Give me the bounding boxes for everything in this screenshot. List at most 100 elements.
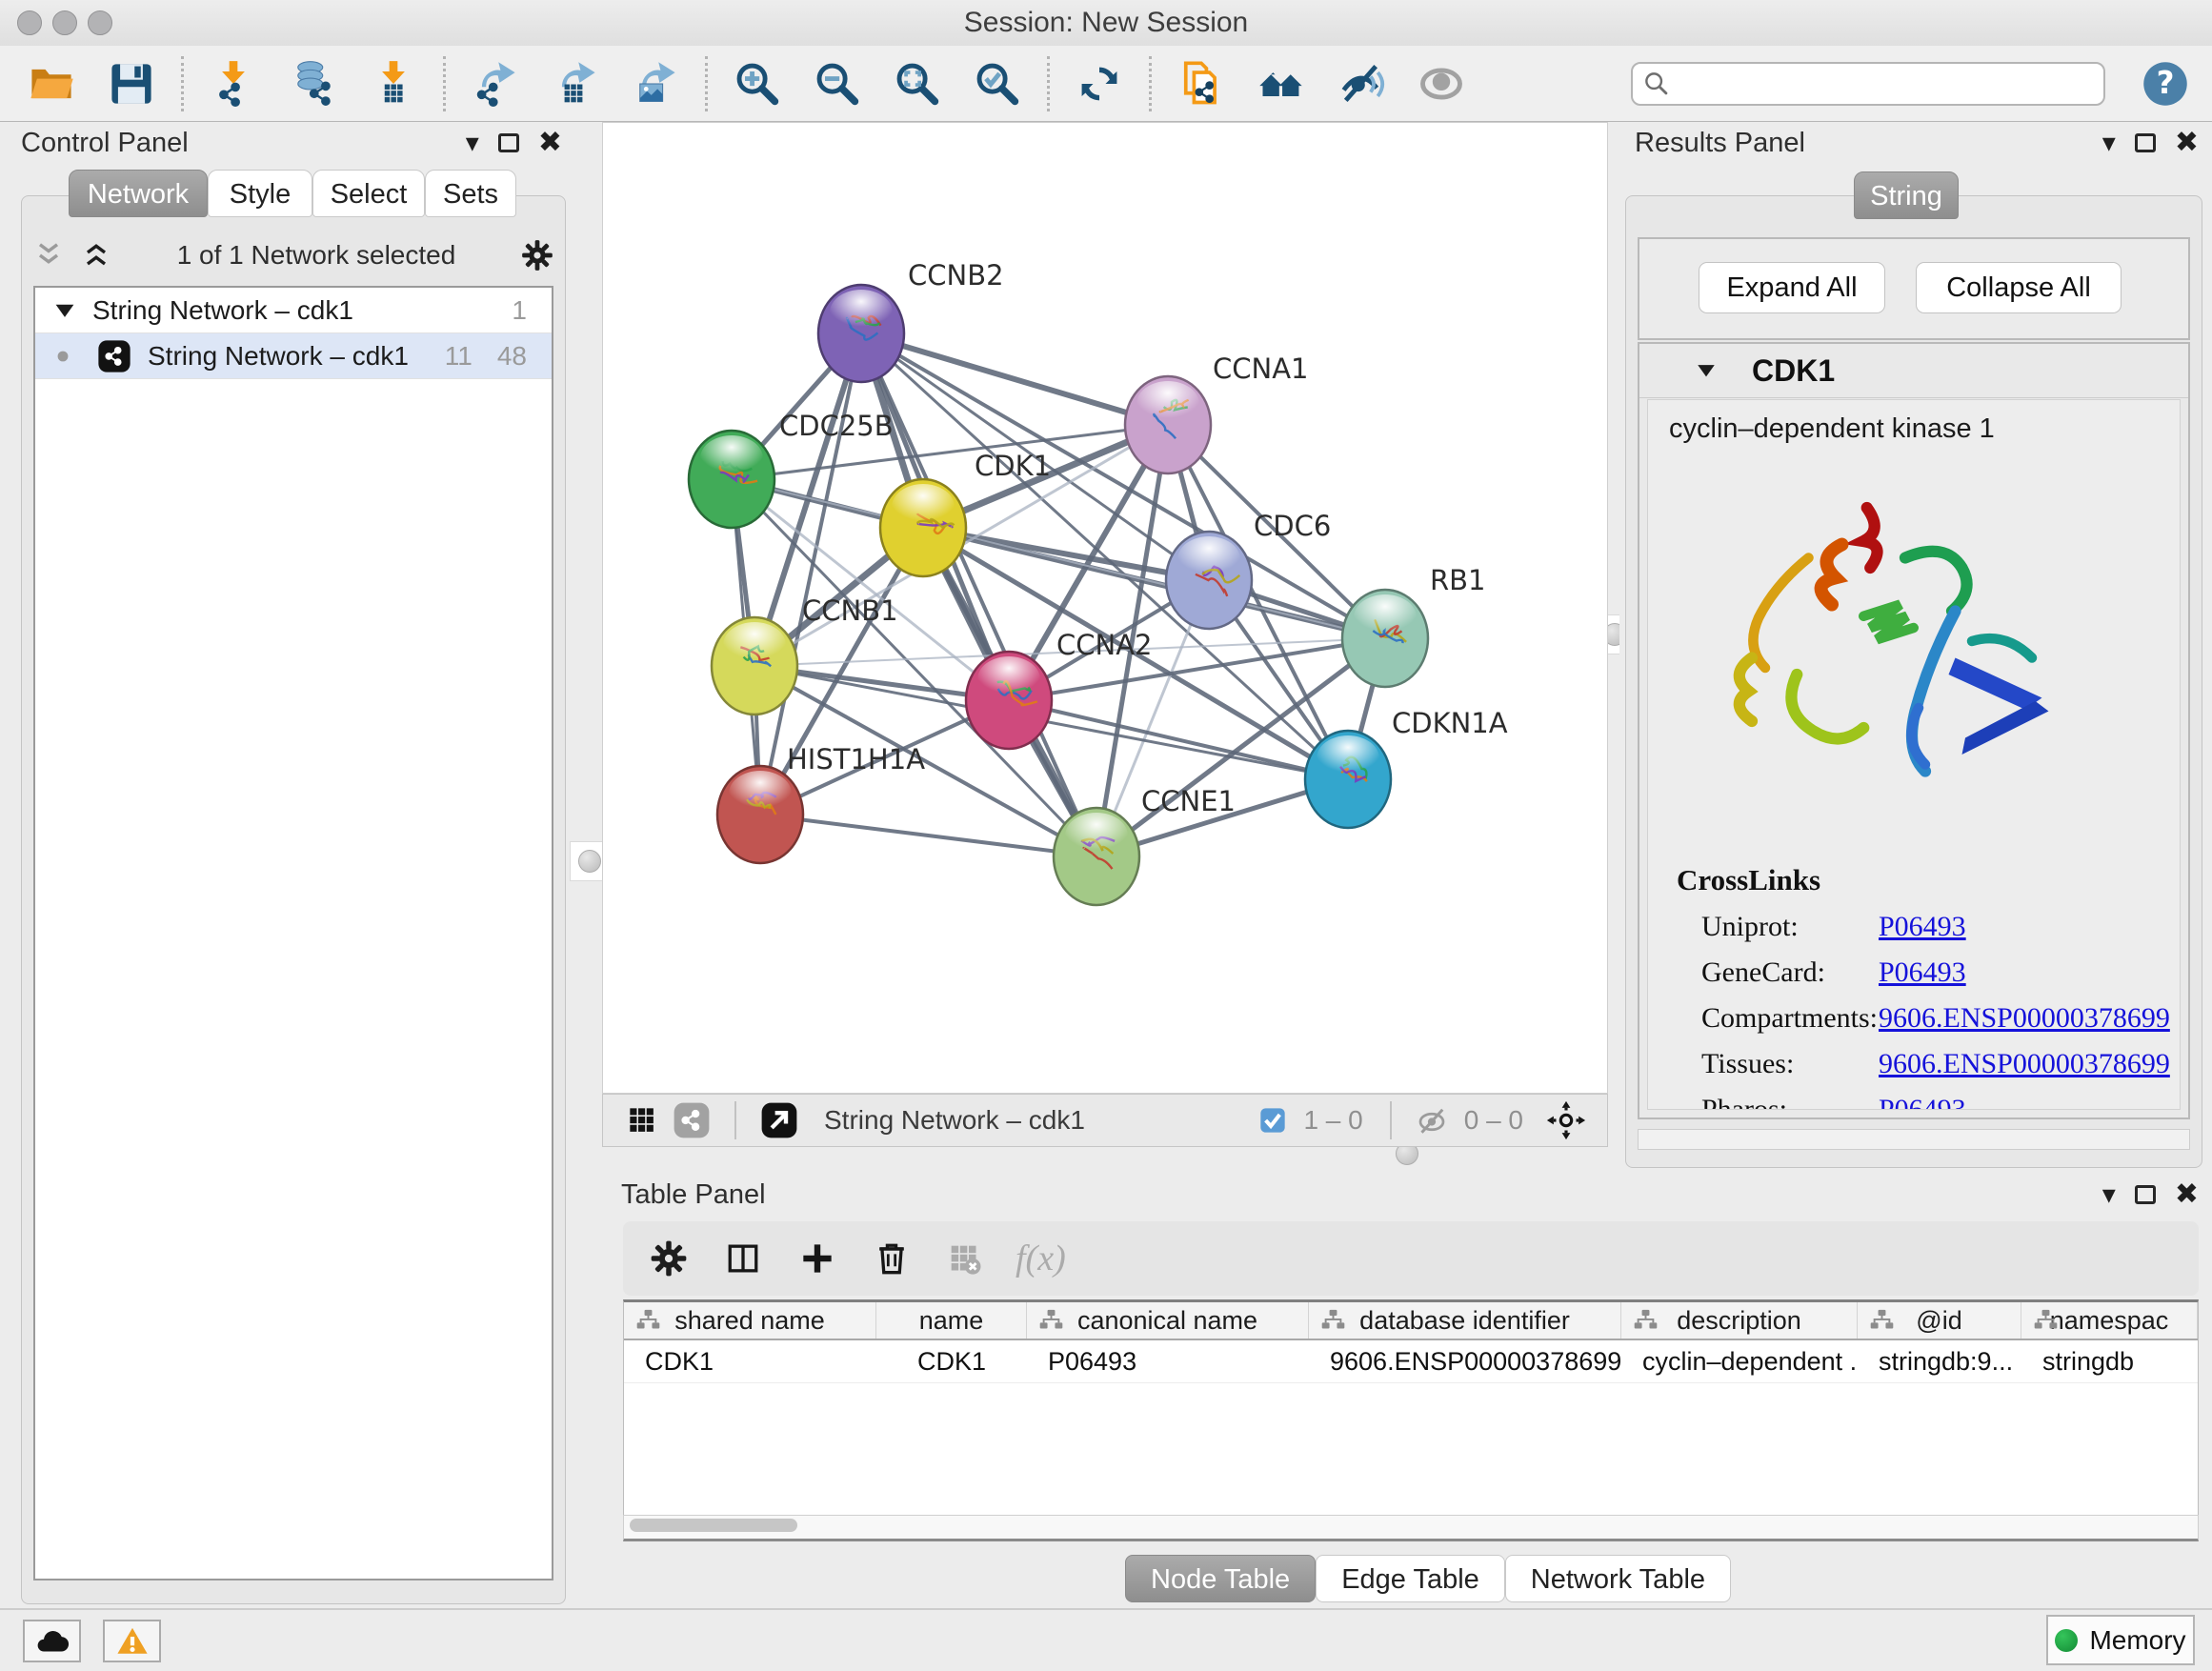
network-node-CCNA1[interactable] [1125, 376, 1211, 473]
apply-preferred-layout-icon[interactable] [1073, 57, 1126, 111]
collapse-section-icon[interactable] [1693, 357, 1719, 384]
birdseye-view-button[interactable] [759, 1100, 799, 1140]
network-node-CCNE1[interactable] [1054, 808, 1139, 905]
expand-all-networks-icon[interactable] [79, 238, 113, 272]
selected-items-checkbox[interactable] [1257, 1105, 1288, 1136]
column-header-description[interactable]: description [1621, 1302, 1858, 1339]
delete-column-icon[interactable] [871, 1238, 913, 1279]
tab-node-table[interactable]: Node Table [1125, 1555, 1316, 1602]
crosslink-link[interactable]: P06493 [1879, 911, 1966, 943]
expand-collapse-icon[interactable] [50, 296, 79, 325]
warnings-button[interactable] [103, 1620, 161, 1662]
crosslink-link[interactable]: 9606.ENSP00000378699 [1879, 1002, 2170, 1035]
network-view-canvas[interactable]: CCNB2CCNA1CDC25BCDK1CDC6RB1CCNB1CCNA2CDK… [602, 122, 1608, 1094]
float-panel-icon[interactable] [2135, 133, 2156, 152]
search-input[interactable] [1673, 65, 2096, 103]
grid-view-icon[interactable] [624, 1102, 660, 1138]
import-table-icon[interactable] [367, 57, 420, 111]
tab-style[interactable]: Style [208, 170, 312, 217]
network-node-CDC6[interactable] [1166, 532, 1252, 629]
network-edge[interactable] [760, 815, 1096, 856]
tab-network-table[interactable]: Network Table [1505, 1555, 1731, 1602]
first-neighbors-icon[interactable] [1255, 57, 1308, 111]
open-session-icon[interactable] [25, 57, 78, 111]
network-node-HIST1H1A[interactable] [717, 766, 803, 863]
table-horizontal-scrollbar[interactable] [623, 1515, 2199, 1541]
expand-all-button[interactable]: Expand All [1699, 262, 1885, 313]
close-panel-icon[interactable]: ✖ [538, 126, 562, 160]
tab-string[interactable]: String [1854, 171, 1959, 219]
cloud-status-button[interactable] [23, 1620, 81, 1662]
hide-selected-icon[interactable] [1335, 57, 1388, 111]
network-edge[interactable] [861, 333, 1168, 425]
show-all-icon[interactable] [1415, 57, 1468, 111]
table-settings-gear-icon[interactable] [648, 1238, 690, 1279]
help-button[interactable]: ? [2140, 58, 2191, 110]
main-toolbar: ? [0, 46, 2212, 122]
close-panel-icon[interactable]: ✖ [2175, 126, 2199, 160]
export-image-icon[interactable] [629, 57, 682, 111]
tab-network[interactable]: Network [69, 170, 208, 217]
column-header-namespac[interactable]: namespac [2021, 1302, 2198, 1339]
cell-shared-name[interactable]: CDK1 [624, 1340, 876, 1382]
network-tree-row[interactable]: String Network – cdk11148 [35, 333, 552, 379]
crosslink-link[interactable]: P06493 [1879, 1094, 1966, 1110]
cell-namespac[interactable]: stringdb [2021, 1340, 2198, 1382]
zoom-fit-icon[interactable] [891, 57, 944, 111]
cell-name[interactable]: CDK1 [876, 1340, 1027, 1382]
zoom-out-icon[interactable] [811, 57, 864, 111]
tab-edge-table[interactable]: Edge Table [1316, 1555, 1505, 1602]
node-section-header[interactable]: CDK1 [1639, 344, 2188, 398]
import-network-database-icon[interactable] [287, 57, 340, 111]
panel-menu-icon[interactable]: ▾ [2102, 126, 2116, 160]
toggle-columns-icon[interactable] [722, 1238, 764, 1279]
search-field[interactable] [1631, 62, 2105, 106]
column-header-shared-name[interactable]: shared name [624, 1302, 876, 1339]
export-network-icon[interactable] [469, 57, 522, 111]
results-horizontal-scrollbar[interactable] [1638, 1129, 2190, 1150]
network-node-CDK1[interactable] [880, 479, 966, 576]
crosslink-link[interactable]: P06493 [1879, 956, 1966, 989]
float-panel-icon[interactable] [2135, 1185, 2156, 1204]
network-edge[interactable] [1009, 700, 1348, 779]
network-node-CDC25B[interactable] [689, 431, 774, 528]
network-options-gear-icon[interactable] [519, 237, 555, 273]
table-panel-header: Table Panel ▾ ✖ [610, 1178, 2212, 1219]
scrollbar-thumb[interactable] [630, 1519, 797, 1532]
memory-button[interactable]: Memory [2046, 1615, 2195, 1665]
column-header-canonical-name[interactable]: canonical name [1027, 1302, 1309, 1339]
panel-menu-icon[interactable]: ▾ [2102, 1178, 2116, 1212]
network-tree-row[interactable]: String Network – cdk11 [35, 288, 552, 333]
crosslink-row: Compartments:9606.ENSP00000378699 [1701, 1002, 2180, 1035]
column-header-name[interactable]: name [876, 1302, 1027, 1339]
crosslink-link[interactable]: 9606.ENSP00000378699 [1879, 1048, 2170, 1080]
fit-content-crosshair-icon[interactable] [1546, 1100, 1586, 1140]
export-table-icon[interactable] [549, 57, 602, 111]
save-session-icon[interactable] [105, 57, 158, 111]
tab-sets[interactable]: Sets [425, 170, 516, 217]
zoom-selected-icon[interactable] [971, 57, 1024, 111]
column-header--id[interactable]: @id [1858, 1302, 2021, 1339]
panel-menu-icon[interactable]: ▾ [466, 126, 479, 160]
cell-canonical-name[interactable]: P06493 [1027, 1340, 1309, 1382]
column-header-database-identifier[interactable]: database identifier [1309, 1302, 1621, 1339]
export-webpage-icon[interactable] [1175, 57, 1228, 111]
current-network-title: String Network – cdk1 [824, 1105, 1252, 1136]
close-panel-icon[interactable]: ✖ [2175, 1178, 2199, 1212]
zoom-in-icon[interactable] [731, 57, 784, 111]
network-node-CCNA2[interactable] [966, 652, 1052, 749]
collapse-all-button[interactable]: Collapse All [1916, 262, 2122, 313]
network-node-CCNB2[interactable] [818, 285, 904, 382]
collapse-all-networks-icon[interactable] [31, 238, 66, 272]
import-network-file-icon[interactable] [207, 57, 260, 111]
float-panel-icon[interactable] [498, 133, 519, 152]
network-node-CDKN1A[interactable] [1305, 731, 1391, 828]
network-node-CCNB1[interactable] [712, 617, 797, 715]
cell--id[interactable]: stringdb:9... [1858, 1340, 2021, 1382]
add-column-icon[interactable] [796, 1238, 838, 1279]
cell-description[interactable]: cyclin–dependent ... [1621, 1340, 1858, 1382]
network-node-RB1[interactable] [1342, 590, 1428, 687]
table-row[interactable]: CDK1CDK1P064939606.ENSP00000378699cyclin… [624, 1340, 2198, 1383]
cell-database-identifier[interactable]: 9606.ENSP00000378699 [1309, 1340, 1621, 1382]
tab-select[interactable]: Select [312, 170, 425, 217]
